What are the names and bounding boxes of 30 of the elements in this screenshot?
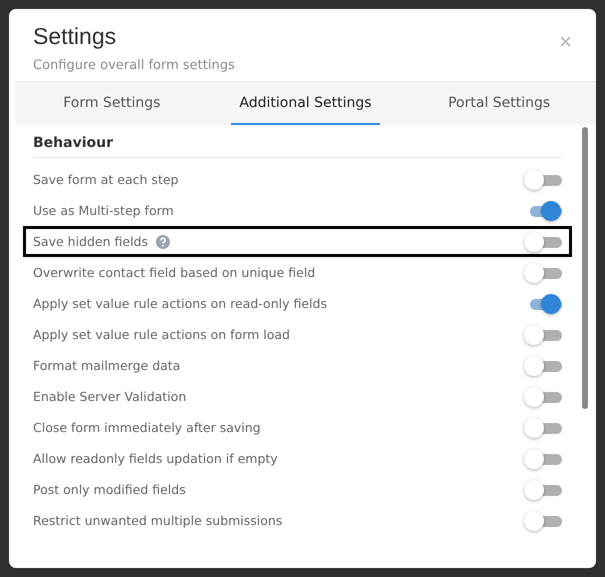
setting-label: Use as Multi-step form — [33, 203, 174, 218]
toggle-switch[interactable] — [524, 448, 562, 470]
toggle-switch[interactable] — [524, 510, 562, 532]
toggle-switch[interactable] — [524, 168, 562, 190]
toggle-switch[interactable] — [524, 354, 562, 376]
setting-label: Overwrite contact field based on unique field — [33, 265, 316, 280]
setting-label: Close form immediately after saving — [33, 420, 261, 435]
section-title: Behaviour — [33, 135, 562, 158]
toggle-switch[interactable] — [524, 262, 562, 284]
dialog-subtitle: Configure overall form settings — [33, 58, 235, 73]
tab[interactable]: Additional Settings — [231, 82, 380, 125]
setting-label: Apply set value rule actions on read-only fields — [33, 296, 327, 311]
tab[interactable]: Portal Settings — [440, 82, 558, 125]
setting-label: Save form at each step — [33, 172, 178, 187]
toggle-switch[interactable] — [524, 324, 562, 346]
setting-label: Enable Server Validation — [33, 389, 186, 404]
setting-label: Post only modified fields — [33, 482, 186, 497]
toggle-switch[interactable] — [524, 478, 562, 500]
setting-label: Save hidden fields — [33, 234, 148, 249]
toggle-switch[interactable] — [524, 386, 562, 408]
setting-label: Apply set value rule actions on form load — [33, 327, 290, 342]
dialog-title: Settings — [33, 23, 118, 50]
toggle-switch[interactable] — [524, 416, 562, 438]
setting-label: Format mailmerge data — [33, 358, 180, 373]
help-icon[interactable] — [156, 234, 170, 248]
toggle-switch[interactable] — [524, 230, 562, 252]
scrollbar-thumb[interactable] — [582, 127, 588, 409]
setting-label: Allow readonly fields updation if empty — [33, 451, 278, 466]
tab[interactable]: Form Settings — [55, 82, 168, 125]
setting-label: Restrict unwanted multiple submissions — [33, 513, 282, 528]
